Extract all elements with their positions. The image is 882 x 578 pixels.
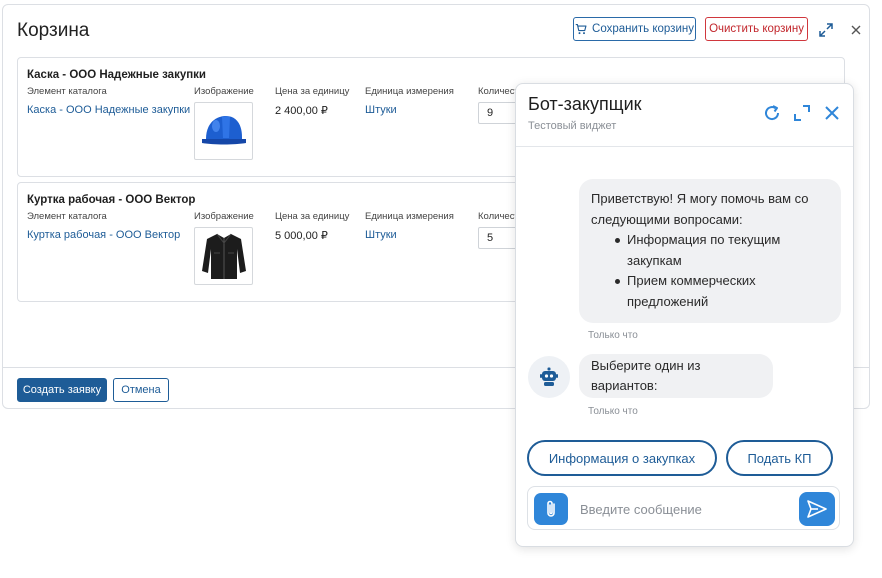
greeting-list-item: Информация по текущим закупкам [591,230,829,271]
avatar [528,356,570,398]
close-icon[interactable] [823,104,841,122]
bot-message-prompt: Выберите один из вариантов: [579,354,773,398]
item-unit-link[interactable]: Штуки [365,104,397,116]
attach-button[interactable] [534,493,568,525]
cart-icon [575,23,587,35]
item-title: Куртка рабочая - ООО Вектор [27,194,196,206]
column-header-unit: Единица измерения [365,86,454,97]
column-header-image: Изображение [194,211,254,222]
bot-widget: Бот-закупщик Тестовый виджет Приветствую… [515,83,854,547]
clear-cart-button[interactable]: Очистить корзину [705,17,808,41]
greeting-list-item: Прием коммерческих предложений [591,271,829,312]
message-timestamp: Только что [588,406,638,417]
page-title: Корзина [17,20,90,41]
expand-icon[interactable] [819,23,833,37]
greeting-list: Информация по текущим закупкам Прием ком… [591,230,829,312]
column-header-price: Цена за единицу [275,86,350,97]
send-icon [807,500,827,518]
expand-icon[interactable] [793,104,811,122]
jacket-icon [201,233,246,279]
bot-title: Бот-закупщик [528,94,642,114]
catalog-item-link[interactable]: Каска - ООО Надежные закупки [27,104,190,116]
robot-icon [540,367,558,386]
quantity-field[interactable]: 9 [478,102,518,124]
refresh-icon[interactable] [763,104,781,122]
helmet-icon [201,116,246,145]
option-procurement-info-button[interactable]: Информация о закупках [527,440,717,476]
column-header-catalog: Элемент каталога [27,211,107,222]
catalog-item-link[interactable]: Куртка рабочая - ООО Вектор [27,229,180,241]
cancel-button[interactable]: Отмена [113,378,169,402]
column-header-image: Изображение [194,86,254,97]
item-unit-link[interactable]: Штуки [365,229,397,241]
create-request-button[interactable]: Создать заявку [17,378,107,402]
item-price: 2 400,00 ₽ [275,105,328,117]
message-input[interactable] [580,499,790,519]
option-submit-offer-button[interactable]: Подать КП [726,440,833,476]
close-icon[interactable] [849,23,863,37]
clear-cart-label: Очистить корзину [709,23,804,35]
save-cart-button[interactable]: Сохранить корзину [573,17,696,41]
bot-subtitle: Тестовый виджет [528,120,617,132]
item-title: Каска - ООО Надежные закупки [27,69,206,81]
item-image [194,102,253,160]
save-cart-label: Сохранить корзину [592,23,694,35]
column-header-quantity: Количест [478,211,519,222]
bot-message-greeting: Приветствую! Я могу помочь вам со следую… [579,179,841,323]
column-header-catalog: Элемент каталога [27,86,107,97]
message-composer [527,486,840,530]
column-header-unit: Единица измерения [365,211,454,222]
greeting-text: Приветствую! Я могу помочь вам со следую… [591,191,809,227]
paperclip-icon [547,500,555,517]
column-header-price: Цена за единицу [275,211,350,222]
item-price: 5 000,00 ₽ [275,230,328,242]
header-divider [516,146,853,147]
column-header-quantity: Количест [478,86,519,97]
item-image [194,227,253,285]
send-button[interactable] [799,492,835,526]
message-timestamp: Только что [588,330,638,341]
quantity-field[interactable]: 5 [478,227,518,249]
